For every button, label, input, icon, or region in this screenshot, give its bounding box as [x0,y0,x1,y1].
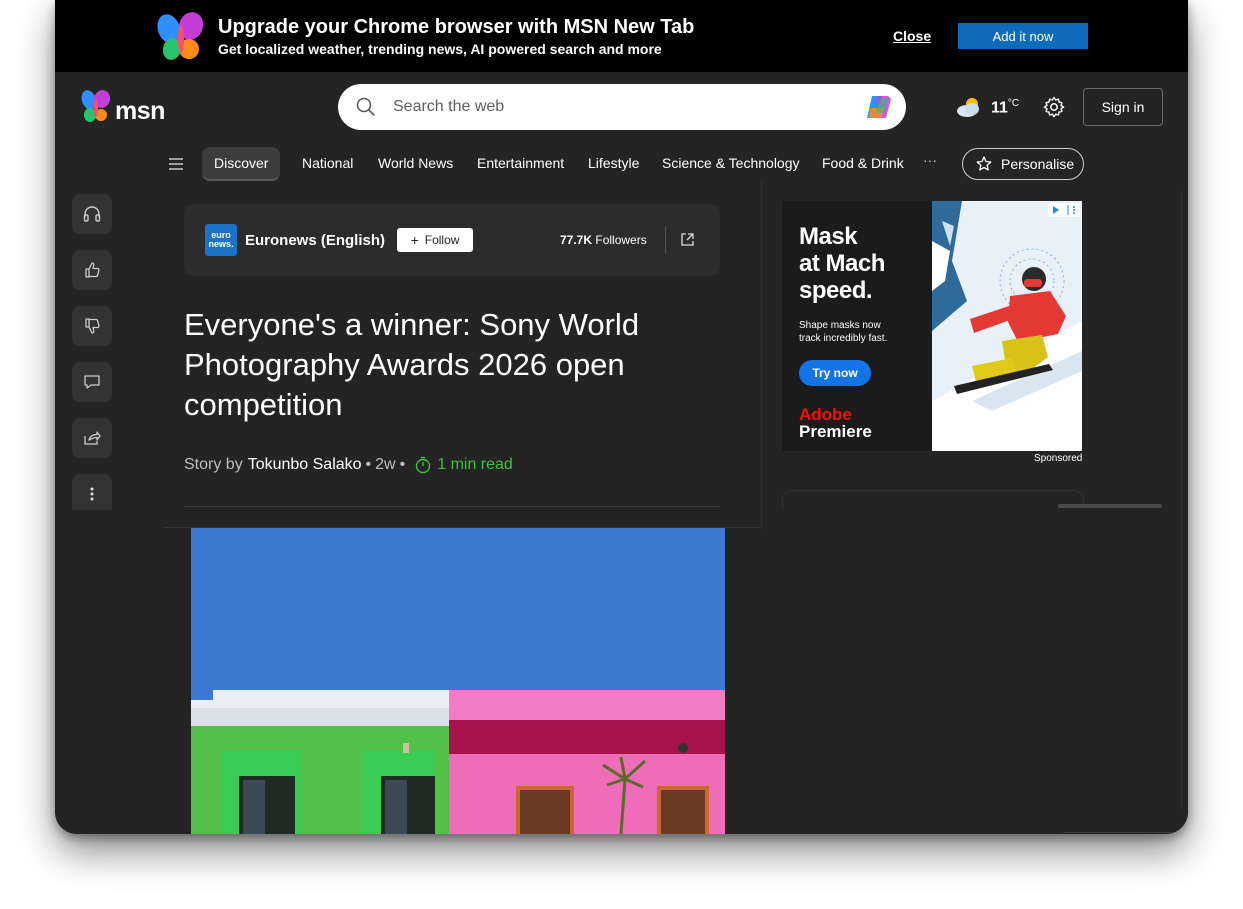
share-icon [84,431,101,445]
followers-number: 77.7K [560,233,593,247]
nav-item-food-drink[interactable]: Food & Drink [822,147,904,179]
source-card: euro news. Euronews (English) + Follow 7… [184,204,720,276]
banner-subtitle: Get localized weather, trending news, AI… [218,41,662,57]
ad-headline-line1: Mask [799,223,858,250]
msn-header: msn Search the web 11°C Sign in Discover… [55,72,1188,192]
followers-count: 77.7K Followers [560,233,647,247]
add-it-now-button[interactable]: Add it now [958,23,1088,49]
promo-banner: Upgrade your Chrome browser with MSN New… [55,0,1188,72]
ad-snowboarder-image [932,201,1082,451]
adobe-premiere-ad[interactable]: Mask at Mach speed. Shape masks now trac… [782,201,1082,451]
plus-icon: + [410,232,419,248]
msn-butterfly-logo-icon [157,12,204,60]
follow-button[interactable]: + Follow [397,228,473,252]
more-options-button[interactable] [72,474,112,514]
nav-item-world-news[interactable]: World News [378,147,453,179]
ad-headline-line2: at Mach [799,250,885,277]
search-input[interactable]: Search the web [393,98,504,116]
search-icon [356,97,375,116]
byline-separator: • [365,456,372,473]
column-divider [761,180,762,530]
banner-title: Upgrade your Chrome browser with MSN New… [218,16,695,38]
hamburger-menu-icon[interactable] [169,158,183,170]
copilot-icon[interactable] [864,93,894,121]
banner-close-link[interactable]: Close [893,28,931,44]
sidebar-fade [775,508,1188,834]
share-button[interactable] [72,418,112,458]
search-bar[interactable]: Search the web [338,84,906,130]
sidebar-scrollbar[interactable] [1058,504,1162,508]
like-button[interactable] [72,250,112,290]
ad-copy-panel: Mask at Mach speed. Shape masks now trac… [782,201,932,451]
msn-brand-text[interactable]: msn [115,97,165,126]
author-name[interactable]: Tokunbo Salako [248,456,362,474]
divider [665,226,666,254]
article-byline: Story by Tokunbo Salako • 2w • 1 min rea… [184,456,513,474]
sign-in-button[interactable]: Sign in [1083,88,1163,126]
ad-try-now-button[interactable]: Try now [799,360,871,386]
external-link-icon[interactable] [680,232,695,247]
ad-body: Shape masks now track incredibly fast. [799,319,887,345]
ad-brand-premiere: Premiere [799,422,872,441]
ad-headline: Mask at Mach speed. [799,223,885,304]
sponsored-label: Sponsored [1034,453,1083,464]
right-edge [1181,190,1182,810]
nav-item-national[interactable]: National [302,147,353,179]
nav-item-science-technology[interactable]: Science & Technology [662,147,800,179]
source-logo-line2: news. [208,239,234,249]
article-age: 2w [375,456,396,473]
euronews-logo[interactable]: euro news. [205,224,237,256]
rail-fade [55,510,175,834]
temperature-value: 11 [991,99,1008,117]
thumbs-down-icon [85,318,100,334]
ad-body-line1: Shape masks now [799,320,881,331]
personalise-label: Personalise [1001,156,1075,172]
byline-separator-2: • [399,456,406,473]
headphones-icon [83,206,101,222]
nav-item-lifestyle[interactable]: Lifestyle [588,147,639,179]
browser-window: Upgrade your Chrome browser with MSN New… [55,0,1188,834]
article-hero-image[interactable] [191,528,725,834]
bottom-edge [1063,832,1181,833]
timer-icon [416,456,431,474]
comment-icon [84,375,100,389]
nav-more-button[interactable]: ··· [923,152,937,168]
read-time: 1 min read [437,456,513,473]
category-nav: Discover National World News Entertainme… [55,147,1188,183]
temperature-readout[interactable]: 11°C [991,98,1019,117]
dislike-button[interactable] [72,306,112,346]
article-divider [184,506,720,507]
source-name[interactable]: Euronews (English) [245,232,385,249]
temperature-unit: °C [1007,98,1020,109]
nav-item-discover[interactable]: Discover [202,147,281,181]
ad-body-line2: track incredibly fast. [799,333,888,344]
followers-label: Followers [595,233,647,247]
gear-icon[interactable] [1043,96,1065,118]
follow-label: Follow [424,233,460,247]
msn-logo-icon[interactable] [80,90,112,124]
ad-headline-line3: speed. [799,277,873,304]
partly-cloudy-icon[interactable] [955,96,983,118]
more-vertical-icon [90,487,94,501]
sparkle-star-icon [976,156,992,171]
ad-choices-icon[interactable] [1048,203,1080,217]
comment-button[interactable] [72,362,112,402]
thumbs-up-icon [85,262,100,278]
story-by-label: Story by [184,456,243,473]
article-headline: Everyone's a winner: Sony World Photogra… [184,307,640,422]
personalise-button[interactable]: Personalise [962,148,1084,180]
listen-button[interactable] [72,194,112,234]
nav-item-entertainment[interactable]: Entertainment [477,147,564,179]
